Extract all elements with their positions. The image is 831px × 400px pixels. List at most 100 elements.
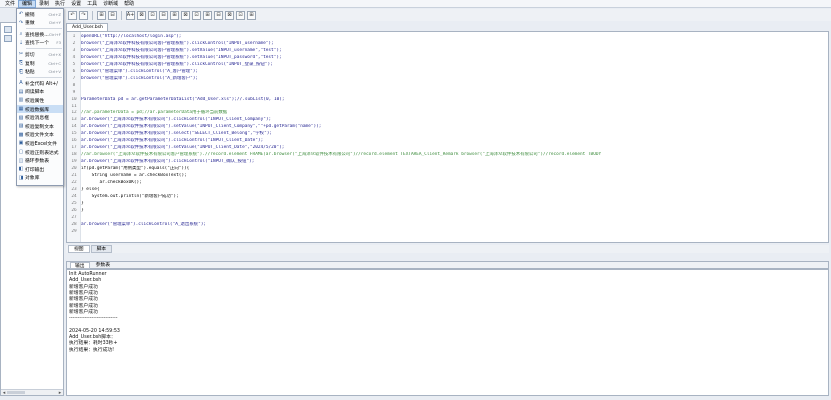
menu-item-shortcut: Ctrl+F xyxy=(48,31,61,37)
file-tab[interactable]: Add_User.bsh xyxy=(66,23,108,31)
toolbar-button-9[interactable]: ⊠ xyxy=(181,10,190,20)
menu-item-copy[interactable]: ⎘ 复制 Ctrl+C xyxy=(17,59,63,67)
line-number: 15 xyxy=(71,131,77,137)
toolbar-button-15[interactable]: ⊞ xyxy=(247,10,256,20)
file-icon[interactable] xyxy=(4,35,12,42)
toolbar-button-13[interactable]: ⊠ xyxy=(225,10,234,20)
menu-item-redo[interactable]: ↷ 重做 Ctrl+Y xyxy=(17,19,63,27)
menubar: 文件 编辑 录制 执行 设置 工具 诊断域 帮助 xyxy=(0,0,831,8)
output-line: 新增客户成功 xyxy=(69,290,98,296)
output-line: 新增客户成功 xyxy=(69,303,98,309)
line-number: 6 xyxy=(72,68,76,74)
view-tab-0[interactable]: 视图 xyxy=(68,245,90,253)
menu-item-undo[interactable]: ↶ 撤销 Ctrl+Z xyxy=(17,10,63,18)
menu-item-autocomplete[interactable]: A 补全代码 Alt+/ xyxy=(17,79,63,87)
menu-item-label: 重做 xyxy=(25,21,35,27)
output-line: 执行结果：执行成功! xyxy=(69,347,115,353)
code-text: browser("上海泽众软件科技有限公司客户管理系统").clickContr… xyxy=(81,61,273,67)
menu-item-cut[interactable]: ✂ 剪切 Ctrl+X xyxy=(17,50,63,58)
verify-text-icon: ▨ xyxy=(18,123,24,130)
menu-0[interactable]: 文件 xyxy=(2,0,18,8)
code-text: ar.browser("管理菜单").clickControl("A_退出系统"… xyxy=(81,221,207,227)
menu-item-find-next[interactable]: ⇣ 查找下一个 F3 xyxy=(17,39,63,47)
toolbar-button-14[interactable]: ⊡ xyxy=(236,10,245,20)
menu-4[interactable]: 设置 xyxy=(68,0,84,8)
code-line: 22 ar.checkBoxOK(); xyxy=(67,180,827,186)
code-line: 1 openURL("http://localhost/login.asp"); xyxy=(67,34,827,40)
code-editor[interactable]: 1 openURL("http://localhost/login.asp"); 2… xyxy=(66,31,829,243)
print-output-icon: ◧ xyxy=(18,166,24,173)
menu-item-verify-message[interactable]: ▧ 校验消息框 xyxy=(17,114,63,122)
menu-item-loop-param[interactable]: ◫ 循环参数表 xyxy=(17,157,63,165)
menu-item-verify-property[interactable]: ▥ 校验属性 xyxy=(17,96,63,104)
toolbar-button-10[interactable]: ⊡ xyxy=(192,10,201,20)
toolbar-button-1[interactable]: ↷ xyxy=(79,10,88,20)
scroll-right-icon[interactable]: ▸ xyxy=(57,390,63,396)
verify-data-icon: ▦ xyxy=(18,106,24,112)
menu-item-find[interactable]: ⌕ 查找替换... Ctrl+F xyxy=(17,30,63,38)
menu-item-verify-text[interactable]: ▨ 校验复制文本 xyxy=(17,122,63,130)
menu-item-print-output[interactable]: ◧ 打印输出 xyxy=(17,165,63,173)
code-line: 4 browser("上海泽众软件科技有限公司客户管理系统").setValue(… xyxy=(67,55,827,61)
toolbar-button-0[interactable]: ↶ xyxy=(68,10,77,20)
code-text: ar.browser("上海泽众软件技术有限公司").clickControl(… xyxy=(81,117,272,123)
code-line: 17 ar.browser("上海泽众软件技术有限公司").setValue("I… xyxy=(67,145,827,151)
menu-item-verify-data[interactable]: ▦ 校验数据库 xyxy=(17,105,63,113)
view-tabs: 视图 脚本 xyxy=(66,245,829,253)
toolbar-button-3[interactable]: ⊟ xyxy=(108,10,117,20)
scroll-thumb[interactable] xyxy=(7,391,25,394)
autocomplete-icon: A xyxy=(19,80,23,87)
view-tab-1[interactable]: 脚本 xyxy=(90,245,113,253)
menu-item-label: 补全代码 Alt+/ xyxy=(25,81,58,87)
toolbar-button-6[interactable]: ⊡ xyxy=(148,10,157,20)
code-line: 24 System.out.println("新增客户成功"); xyxy=(67,194,827,200)
menu-item-label: 循环参数表 xyxy=(25,159,49,165)
verify-file-icon: ▩ xyxy=(18,131,24,138)
menu-3[interactable]: 执行 xyxy=(52,0,68,8)
menu-separator xyxy=(26,77,62,79)
output-console[interactable]: Init AutoRunner Add_User.bsh 新增客户成功 新增客户成功新… xyxy=(66,269,829,396)
toolbar-button-4[interactable]: A+ xyxy=(126,10,135,20)
output-line: 新增客户成功 xyxy=(69,297,98,303)
line-number: 7 xyxy=(72,75,76,81)
output-tab-1[interactable]: 参数表 xyxy=(92,262,114,269)
line-number: 13 xyxy=(71,117,77,123)
code-line: 18 //ar.browser("上海泽众软件技术有限公司客户管理系统").//r… xyxy=(67,152,827,158)
menu-5[interactable]: 工具 xyxy=(84,0,100,8)
menu-item-verify-regex[interactable]: ▢ 校验正则表达式 xyxy=(17,148,63,156)
menu-item-label: 校验属性 xyxy=(25,98,45,104)
menu-item-object-lib[interactable]: ◨ 对象库 xyxy=(17,174,63,182)
menu-1[interactable]: 编辑 xyxy=(18,0,37,8)
line-number: 17 xyxy=(71,145,77,151)
toolbar-button-11[interactable]: ⊞ xyxy=(203,10,212,20)
toolbar-button-12[interactable]: ⊟ xyxy=(214,10,223,20)
toolbar-button-5[interactable]: ⊠ xyxy=(137,10,146,20)
menu-separator xyxy=(26,48,62,50)
code-text: } xyxy=(81,200,84,206)
code-text: browser("上海泽众软件科技有限公司客户管理系统").setValue("… xyxy=(81,47,282,53)
code-text: System.out.println("新增客户成功"); xyxy=(81,193,179,199)
code-text: ar.browser("上海泽众软件技术有限公司").clickControl(… xyxy=(81,159,255,165)
menu-item-verify-file[interactable]: ▩ 校验文件文本 xyxy=(17,131,63,139)
menu-item-shortcut: F3 xyxy=(56,40,61,46)
menu-2[interactable]: 录制 xyxy=(36,0,52,8)
line-number: 24 xyxy=(71,193,77,199)
line-number: 23 xyxy=(71,186,77,192)
menu-item-paste[interactable]: ⎗ 粘贴 Ctrl+V xyxy=(17,68,63,76)
menu-item-label: 查找替换... xyxy=(25,32,49,38)
output-tab-0[interactable]: 输出 xyxy=(70,261,90,269)
horizontal-scrollbar[interactable]: ◂ ▸ xyxy=(1,389,63,396)
menu-item-view-script[interactable]: ▤ 阅读脚本 xyxy=(17,88,63,96)
code-line: 25} xyxy=(67,201,827,207)
folder-icon[interactable] xyxy=(4,26,12,33)
toolbar-button-2[interactable]: ⊞ xyxy=(97,10,106,20)
menu-6[interactable]: 诊断域 xyxy=(100,0,121,8)
menu-item-verify-excel[interactable]: ▣ 校验Excel文件 xyxy=(17,139,63,147)
toolbar-button-8[interactable]: ⊞ xyxy=(170,10,179,20)
toolbar-button-7[interactable]: ⊟ xyxy=(159,10,168,20)
menu-7[interactable]: 帮助 xyxy=(121,0,137,8)
code-line: 28 ar.browser("管理菜单").clickControl("A_退出系… xyxy=(67,222,827,228)
code-text: ar.checkBoxOK(); xyxy=(81,179,142,185)
edit-menu-dropdown: ↶ 撤销 Ctrl+Z ↷ 重做 Ctrl+Y ⌕ 查找替换... Ctrl+F ⇣ 查找下一个 F3… xyxy=(16,8,64,186)
line-number: 1 xyxy=(72,34,76,39)
